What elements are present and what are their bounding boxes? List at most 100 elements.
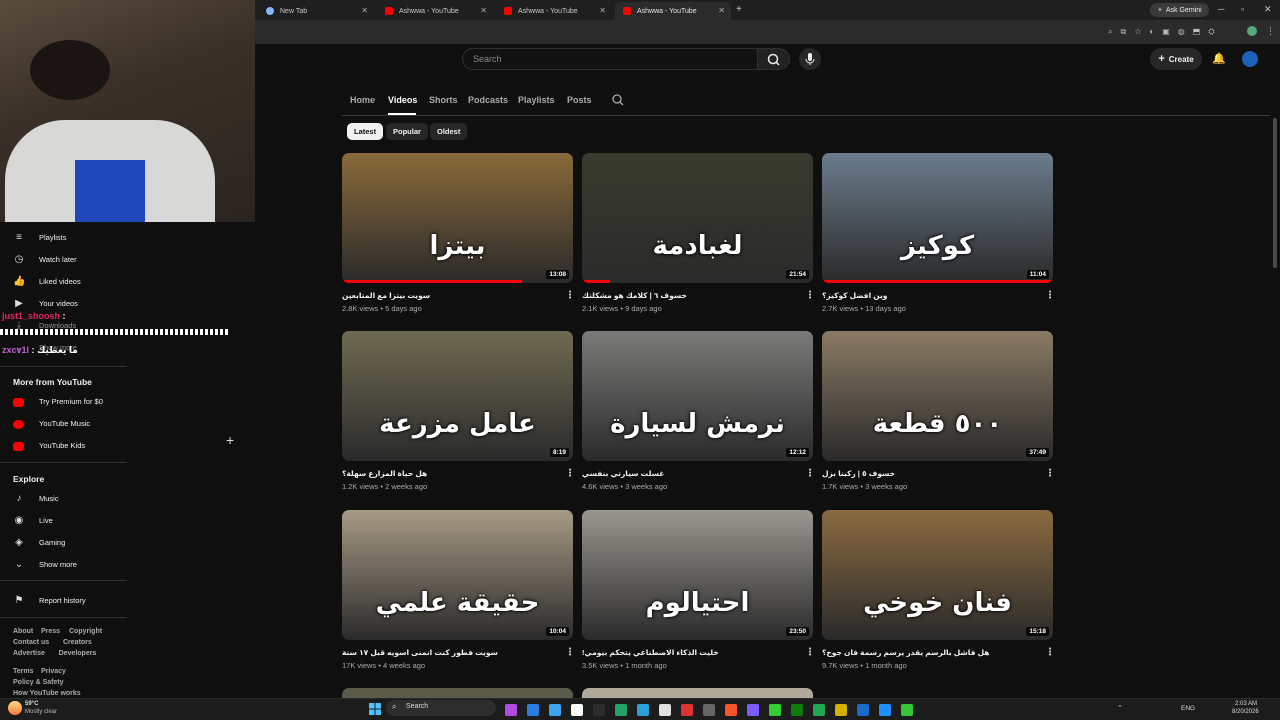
- store-icon[interactable]: [549, 704, 561, 716]
- video-thumbnail[interactable]: احتيالوم 23:50: [582, 510, 813, 640]
- notifications-icon[interactable]: 🔔: [1212, 52, 1226, 65]
- sidebar-item-liked-videos[interactable]: 👍 Liked videos: [0, 273, 255, 293]
- video-thumbnail[interactable]: عامل مزرعة 8:19: [342, 331, 573, 461]
- video-thumbnail-partial[interactable]: [582, 688, 813, 698]
- maximize-icon[interactable]: ▫: [1241, 4, 1244, 14]
- obs-icon[interactable]: [747, 704, 759, 716]
- input-language[interactable]: ENG: [1181, 705, 1195, 712]
- chip-oldest[interactable]: Oldest: [430, 123, 468, 140]
- video-menu-icon[interactable]: ⋮: [805, 290, 815, 301]
- edge-icon[interactable]: [527, 704, 539, 716]
- windows-start-icon[interactable]: [369, 702, 381, 715]
- tray-overflow-icon[interactable]: ⌃: [1117, 704, 1123, 712]
- browser-tab-youtube[interactable]: Ashwwa - YouTube ✕: [496, 2, 612, 20]
- clock-date[interactable]: 8/20/2026: [1232, 709, 1259, 715]
- sidebar-item-premium[interactable]: Try Premium for $0: [0, 393, 255, 413]
- tab-shorts[interactable]: Shorts: [429, 95, 458, 105]
- clock-time[interactable]: 2:03 AM: [1235, 701, 1257, 707]
- footer-link[interactable]: About: [13, 628, 33, 635]
- close-icon[interactable]: ✕: [718, 6, 725, 15]
- video-menu-icon[interactable]: ⋮: [565, 647, 575, 658]
- video-title[interactable]: خسوف ٥ | ركبنا بزل: [822, 469, 1032, 478]
- tab-home[interactable]: Home: [350, 95, 375, 105]
- footer-link[interactable]: Contact us: [13, 639, 49, 646]
- whatsapp-icon[interactable]: [615, 704, 627, 716]
- footer-link[interactable]: Developers: [59, 650, 97, 657]
- video-title[interactable]: سويت فطور كنت اتمنى اسويه قبل ١٧ سنة: [342, 648, 552, 657]
- excel-icon[interactable]: [813, 704, 825, 716]
- video-thumbnail[interactable]: فنان خوخي 15:18: [822, 510, 1053, 640]
- close-icon[interactable]: ✕: [480, 6, 487, 15]
- tab-posts[interactable]: Posts: [567, 95, 592, 105]
- chip-latest[interactable]: Latest: [347, 123, 384, 140]
- xbox-icon[interactable]: [791, 704, 803, 716]
- chrome-icon[interactable]: [659, 704, 671, 716]
- steam-icon[interactable]: [879, 704, 891, 716]
- extension-icons[interactable]: ⌕⧉☆◐▣◍⬒⛭: [1108, 27, 1223, 37]
- folder-icon[interactable]: [835, 704, 847, 716]
- tab-podcasts[interactable]: Podcasts: [468, 95, 508, 105]
- tab-playlists[interactable]: Playlists: [518, 95, 555, 105]
- video-thumbnail[interactable]: حقيقة علمي 10:04: [342, 510, 573, 640]
- tab-videos[interactable]: Videos: [388, 95, 417, 105]
- footer-link[interactable]: Privacy: [41, 668, 66, 675]
- chip-popular[interactable]: Popular: [386, 123, 428, 140]
- sidebar-item-watch-later[interactable]: ◷ Watch later: [0, 251, 255, 271]
- video-thumbnail[interactable]: كوكيز 11:04: [822, 153, 1053, 283]
- video-thumbnail-partial[interactable]: [342, 688, 573, 698]
- video-menu-icon[interactable]: ⋮: [565, 290, 575, 301]
- app-icon[interactable]: [681, 704, 693, 716]
- video-menu-icon[interactable]: ⋮: [565, 468, 575, 479]
- footer-link[interactable]: Terms: [13, 668, 34, 675]
- video-title[interactable]: هل فاشل بالرسم يقدر يرسم رسمة فان جوخ؟: [822, 648, 1032, 657]
- close-icon[interactable]: ✕: [361, 6, 368, 15]
- profile-avatar[interactable]: [1247, 26, 1257, 36]
- sidebar-item-show-more[interactable]: ⌄ Show more: [0, 556, 255, 576]
- voice-search-button[interactable]: [799, 48, 821, 70]
- video-title[interactable]: خسوف ٦ | كلامك هو مشكلتك: [582, 291, 792, 300]
- channel-search-button[interactable]: [611, 93, 625, 112]
- video-title[interactable]: خليت الذكاء الاصطناعي يتحكم بيومي!: [582, 648, 792, 657]
- weather-icon[interactable]: [8, 701, 22, 715]
- search-button[interactable]: [757, 48, 790, 70]
- app-icon[interactable]: [593, 704, 605, 716]
- footer-link[interactable]: Press: [41, 628, 60, 635]
- browser-tab-newtab[interactable]: New Tab ✕: [258, 2, 374, 20]
- video-thumbnail[interactable]: لغبادمة 21:54: [582, 153, 813, 283]
- terminal-icon[interactable]: [901, 704, 913, 716]
- video-thumbnail[interactable]: ٥٠٠ قطعة 37:49: [822, 331, 1053, 461]
- scrollbar-thumb[interactable]: [1273, 118, 1277, 268]
- ask-gemini-button[interactable]: ✦ Ask Gemini: [1150, 3, 1209, 17]
- footer-link[interactable]: How YouTube works: [13, 690, 81, 697]
- sidebar-item-youtube-kids[interactable]: YouTube Kids: [0, 437, 255, 457]
- video-title[interactable]: سويت بيتزا مع المتابعين: [342, 291, 552, 300]
- taskbar-search[interactable]: Search: [386, 700, 496, 716]
- explorer-icon[interactable]: [571, 704, 583, 716]
- brave-icon[interactable]: [725, 704, 737, 716]
- video-title[interactable]: هل حياة المزارع سهلة؟: [342, 469, 552, 478]
- video-title[interactable]: غسلت سيارتي بنفسي: [582, 469, 792, 478]
- footer-link[interactable]: Advertise: [13, 650, 45, 657]
- video-menu-icon[interactable]: ⋮: [805, 647, 815, 658]
- search-input[interactable]: Search: [462, 48, 758, 70]
- account-avatar[interactable]: [1242, 51, 1258, 67]
- video-menu-icon[interactable]: ⋮: [1045, 468, 1055, 479]
- footer-link[interactable]: Copyright: [69, 628, 102, 635]
- browser-menu-icon[interactable]: ⋮: [1266, 26, 1275, 37]
- create-button[interactable]: + Create: [1150, 48, 1202, 70]
- new-tab-button[interactable]: +: [736, 4, 742, 15]
- sidebar-item-gaming[interactable]: ◈ Gaming: [0, 534, 255, 554]
- app-icon[interactable]: [857, 704, 869, 716]
- footer-link[interactable]: Creators: [63, 639, 92, 646]
- app-icon[interactable]: [769, 704, 781, 716]
- close-window-icon[interactable]: ✕: [1264, 4, 1272, 15]
- close-icon[interactable]: ✕: [599, 6, 606, 15]
- sidebar-item-live[interactable]: ◉ Live: [0, 512, 255, 532]
- browser-tab-youtube[interactable]: Ashwwa - YouTube ✕: [377, 2, 493, 20]
- video-thumbnail[interactable]: نرمش لسيارة 12:12: [582, 331, 813, 461]
- sidebar-item-music[interactable]: ♪ Music: [0, 490, 255, 510]
- sidebar-item-report-history[interactable]: ⚑ Report history: [0, 592, 255, 612]
- notepad-icon[interactable]: [703, 704, 715, 716]
- video-title[interactable]: وين افضل كوكيز؟: [822, 291, 1032, 300]
- video-menu-icon[interactable]: ⋮: [1045, 290, 1055, 301]
